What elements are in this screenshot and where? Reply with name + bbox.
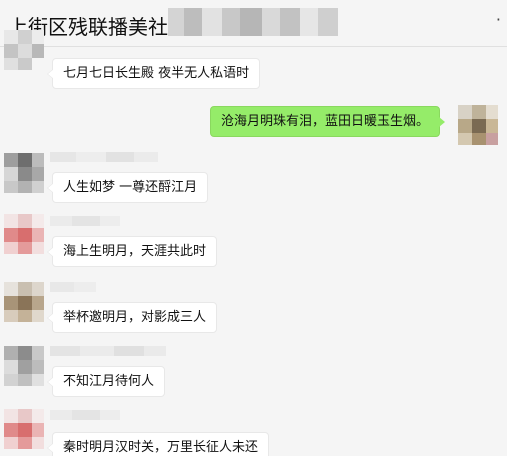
sender-name	[50, 216, 120, 226]
chat-header: 上街区残联播美社工 ·	[0, 0, 507, 47]
message-bubble[interactable]: 人生如梦 一尊还酹江月	[46, 172, 209, 203]
avatar[interactable]	[4, 346, 44, 386]
avatar[interactable]	[4, 30, 44, 70]
message-bubble-sent[interactable]: 沧海月明珠有泪，蓝田日暖玉生烟。	[210, 106, 446, 137]
avatar[interactable]	[4, 153, 44, 193]
sender-name	[50, 346, 166, 356]
message-bubble[interactable]: 不知江月待何人	[46, 366, 166, 397]
avatar[interactable]	[4, 282, 44, 322]
avatar[interactable]	[4, 409, 44, 449]
more-dots-icon[interactable]: ·	[496, 12, 501, 28]
sender-name	[50, 152, 158, 162]
sender-name	[50, 410, 120, 420]
message-bubble[interactable]: 海上生明月，天涯共此时	[46, 236, 218, 267]
message-bubble[interactable]: 秦时明月汉时关，万里长征人未还	[46, 432, 270, 456]
my-avatar[interactable]	[458, 105, 498, 145]
message-bubble[interactable]: 七月七日长生殿 夜半无人私语时	[46, 58, 261, 89]
sender-name	[50, 282, 96, 292]
message-bubble[interactable]: 举杯邀明月，对影成三人	[46, 302, 218, 333]
title-blur	[168, 8, 338, 36]
avatar[interactable]	[4, 214, 44, 254]
